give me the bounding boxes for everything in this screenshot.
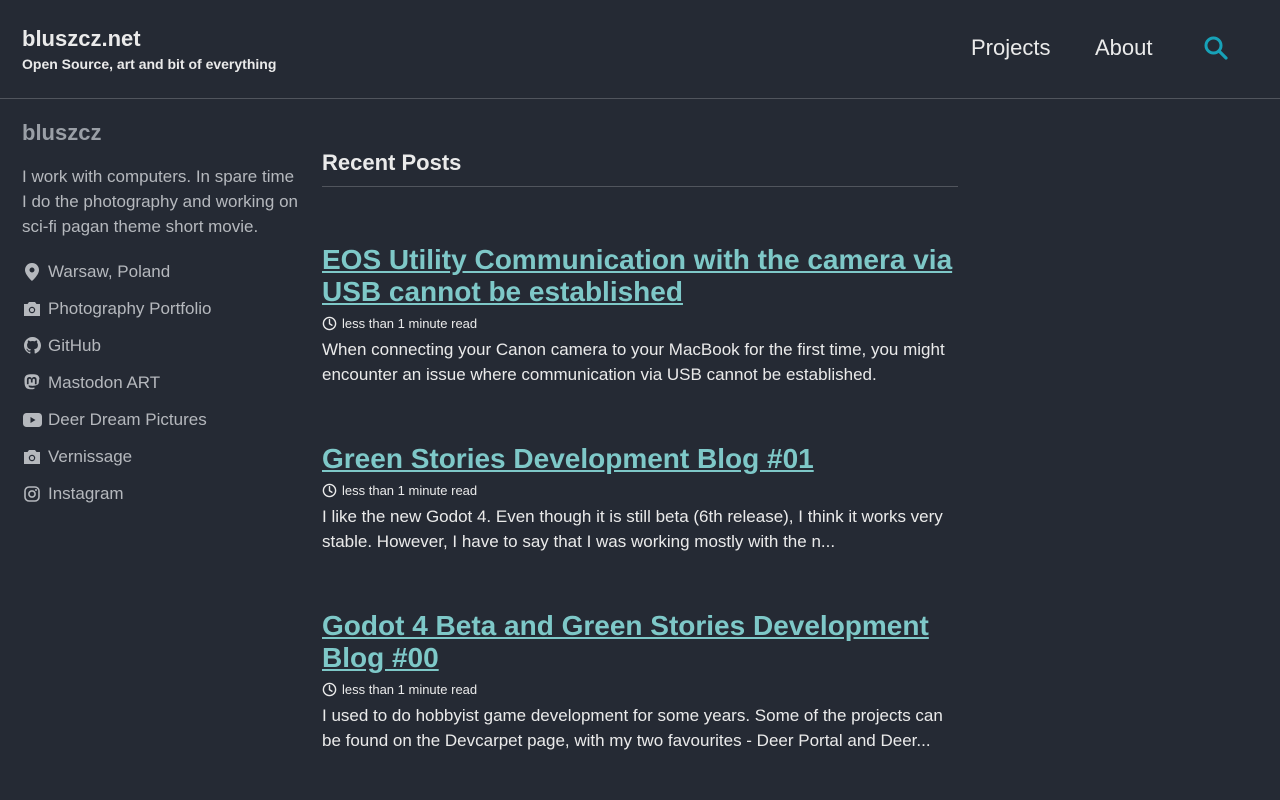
site-subtitle: Open Source, art and bit of everything	[22, 56, 277, 72]
camera-icon	[22, 448, 42, 466]
post-meta: less than 1 minute read	[322, 483, 958, 498]
author-link-mastodon[interactable]: Mastodon ART	[22, 364, 302, 401]
search-icon	[1204, 36, 1228, 60]
author-sidebar: bluszcz I work with computers. In spare …	[22, 120, 302, 512]
author-link-vernissage[interactable]: Vernissage	[22, 438, 302, 475]
nav-projects[interactable]: Projects	[971, 35, 1050, 61]
nav-about[interactable]: About	[1095, 35, 1153, 61]
clock-icon	[322, 316, 337, 331]
map-marker-icon	[22, 262, 42, 281]
read-time: less than 1 minute read	[342, 682, 478, 697]
post-meta: less than 1 minute read	[322, 682, 958, 697]
post-excerpt: I used to do hobbyist game development f…	[322, 706, 943, 750]
clock-icon	[322, 682, 337, 697]
post-title-link[interactable]: Green Stories Development Blog #01	[322, 443, 958, 475]
site-title[interactable]: bluszcz.net	[22, 26, 141, 52]
author-bio: I work with computers. In spare time I d…	[22, 167, 298, 236]
post-title-link[interactable]: EOS Utility Communication with the camer…	[322, 244, 958, 308]
author-name: bluszcz	[22, 120, 102, 145]
photography-link[interactable]: Photography Portfolio	[48, 299, 212, 319]
vernissage-link[interactable]: Vernissage	[48, 447, 132, 467]
section-title: Recent Posts	[322, 150, 958, 187]
post-title-link[interactable]: Godot 4 Beta and Green Stories Developme…	[322, 610, 958, 674]
search-button[interactable]	[1203, 35, 1229, 61]
location-label: Warsaw, Poland	[48, 261, 171, 281]
mastodon-link[interactable]: Mastodon ART	[48, 373, 160, 393]
clock-icon	[322, 483, 337, 498]
post-excerpt: When connecting your Canon camera to you…	[322, 340, 945, 384]
youtube-icon	[22, 411, 42, 429]
instagram-link[interactable]: Instagram	[48, 484, 124, 504]
read-time: less than 1 minute read	[342, 316, 478, 331]
github-link[interactable]: GitHub	[48, 336, 101, 356]
post-item: Godot 4 Beta and Green Stories Developme…	[322, 610, 958, 753]
author-link-instagram[interactable]: Instagram	[22, 475, 302, 512]
author-link-photography[interactable]: Photography Portfolio	[22, 290, 302, 327]
post-item: Green Stories Development Blog #01 less …	[322, 443, 958, 554]
masthead: bluszcz.net Open Source, art and bit of …	[0, 0, 1280, 99]
mastodon-icon	[22, 374, 42, 392]
read-time: less than 1 minute read	[342, 483, 478, 498]
author-link-youtube[interactable]: Deer Dream Pictures	[22, 401, 302, 438]
post-excerpt: I like the new Godot 4. Even though it i…	[322, 507, 943, 551]
author-link-location: Warsaw, Poland	[22, 253, 302, 290]
main-content: Recent Posts EOS Utility Communication w…	[322, 150, 958, 750]
github-icon	[22, 337, 42, 355]
youtube-link[interactable]: Deer Dream Pictures	[48, 410, 207, 430]
author-link-github[interactable]: GitHub	[22, 327, 302, 364]
post-meta: less than 1 minute read	[322, 316, 958, 331]
instagram-icon	[22, 485, 42, 503]
camera-icon	[22, 300, 42, 318]
post-item: EOS Utility Communication with the camer…	[322, 244, 958, 387]
author-links: Warsaw, Poland Photography Portfolio Git…	[22, 253, 302, 512]
